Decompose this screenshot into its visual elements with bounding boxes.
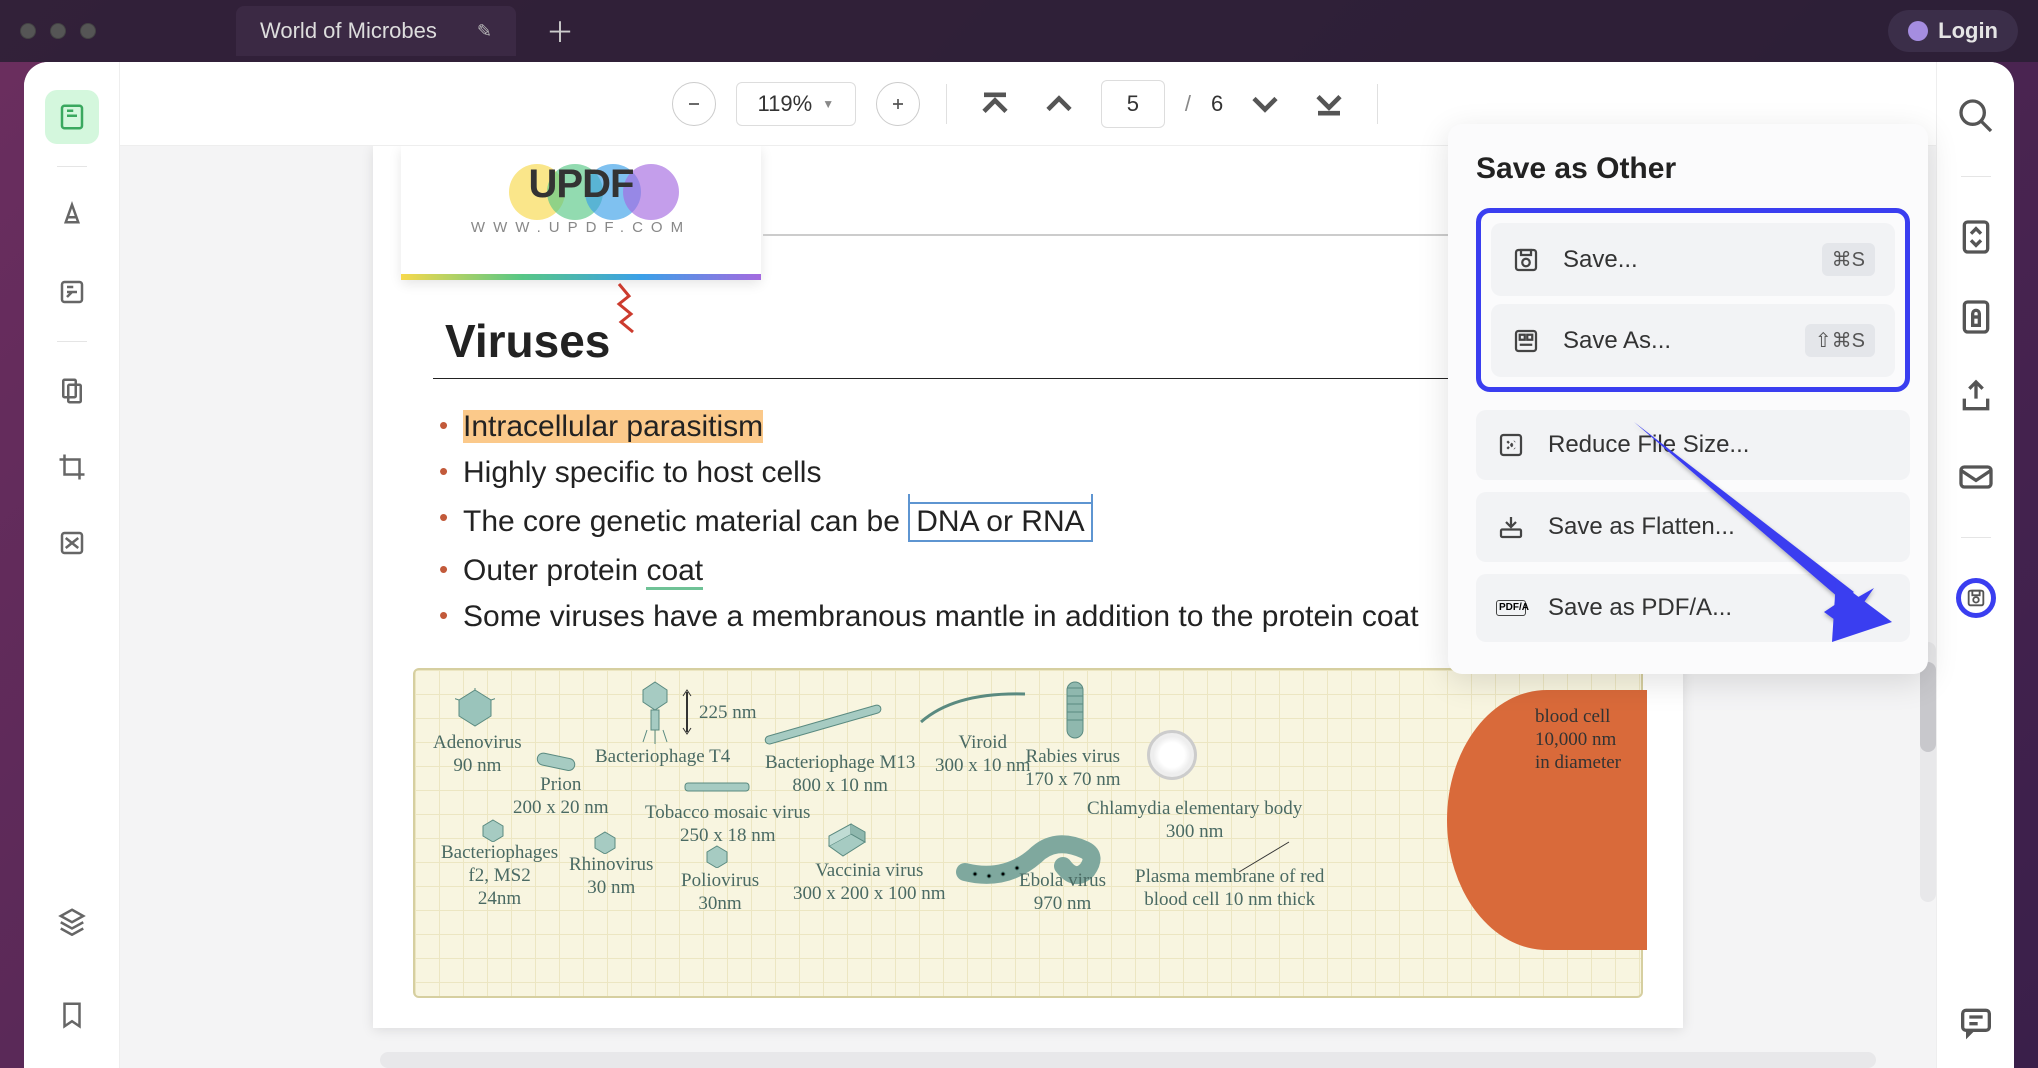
crop-button[interactable] — [45, 440, 99, 494]
save-as-shortcut: ⇧⌘S — [1805, 324, 1875, 357]
last-page-button[interactable] — [1307, 82, 1351, 126]
rhinovirus-icon — [593, 830, 617, 854]
layers-button[interactable] — [45, 894, 99, 948]
virus-diagram: Adenovirus 90 nm Bacteriophage T4 225 nm… — [413, 668, 1643, 998]
coat-underline: coat — [646, 554, 703, 590]
rhino-label: Rhinovirus 30 nm — [569, 854, 653, 900]
rabies-label: Rabies virus 170 x 70 nm — [1025, 746, 1121, 792]
bactf2-label: Bacteriophages f2, MS2 24nm — [441, 842, 558, 910]
page-total: 6 — [1211, 91, 1223, 117]
first-page-button[interactable] — [973, 82, 1017, 126]
protect-button[interactable] — [1956, 297, 1996, 337]
maximize-dot[interactable] — [80, 23, 96, 39]
document-tab[interactable]: World of Microbes ✎ — [236, 6, 516, 56]
reduce-label: Reduce File Size... — [1548, 431, 1890, 459]
reader-mode-button[interactable] — [45, 90, 99, 144]
poliovirus-icon — [705, 844, 729, 868]
zoom-out-button[interactable] — [672, 82, 716, 126]
vaccinia-icon — [821, 816, 871, 860]
next-page-button[interactable] — [1243, 82, 1287, 126]
save-as-other-button[interactable] — [1956, 578, 1996, 618]
tmv-icon — [683, 778, 753, 796]
bookmark-button[interactable] — [45, 988, 99, 1042]
edit-text-button[interactable] — [45, 265, 99, 319]
page-number-input[interactable]: 5 — [1101, 80, 1165, 128]
prev-page-button[interactable] — [1037, 82, 1081, 126]
prion-label: Prion 200 x 20 nm — [513, 774, 609, 820]
bact-f2-icon — [481, 818, 505, 842]
bact-m13-icon — [755, 690, 895, 750]
save-as-label: Save As... — [1563, 327, 1783, 355]
prion-icon — [533, 748, 581, 774]
minimize-dot[interactable] — [50, 23, 66, 39]
titlebar: World of Microbes ✎ ＋ Login — [0, 0, 2038, 62]
save-as-option[interactable]: Save As... ⇧⌘S — [1491, 304, 1895, 377]
tab-title: World of Microbes — [260, 18, 437, 44]
reduce-file-size-option[interactable]: Reduce File Size... — [1476, 410, 1910, 480]
search-button[interactable] — [1956, 96, 1996, 136]
pdfa-icon: PDF/A — [1496, 600, 1526, 616]
chevron-down-icon: ▼ — [822, 97, 834, 111]
vaccinia-label: Vaccinia virus 300 x 200 x 100 nm — [793, 860, 946, 906]
window-controls — [20, 23, 96, 39]
zoom-in-button[interactable] — [876, 82, 920, 126]
save-shortcut: ⌘S — [1822, 243, 1875, 276]
right-sidebar — [1936, 62, 2014, 1068]
chlam-label: Chlamydia elementary body 300 nm — [1087, 798, 1302, 844]
bactm13-label: Bacteriophage M13 800 x 10 nm — [765, 752, 915, 798]
left-sidebar — [24, 62, 120, 1068]
convert-button[interactable] — [1956, 217, 1996, 257]
tmv-label: Tobacco mosaic virus 250 x 18 nm — [645, 802, 810, 848]
save-pdfa-option[interactable]: PDF/A Save as PDF/A... — [1476, 574, 1910, 642]
email-button[interactable] — [1956, 457, 1996, 497]
size-arrow-icon — [679, 688, 695, 736]
adenovirus-label: Adenovirus 90 nm — [433, 732, 522, 778]
zoom-dropdown[interactable]: 119% ▼ — [736, 82, 856, 126]
app-window: 119% ▼ 5 / 6 — [24, 62, 2014, 1068]
polio-label: Poliovirus 30nm — [681, 870, 759, 916]
comments-button[interactable] — [1956, 1002, 1996, 1042]
adenovirus-icon — [455, 688, 495, 728]
chlamydia-icon — [1147, 730, 1197, 780]
save-flatten-option[interactable]: Save as Flatten... — [1476, 492, 1910, 562]
pdfa-label: Save as PDF/A... — [1548, 594, 1890, 622]
vertical-scrollbar-thumb[interactable] — [1920, 662, 1936, 752]
brand-site: WWW.UPDF.COM — [401, 219, 761, 236]
bloodcell-label: blood cell 10,000 nm in diameter — [1535, 706, 1621, 774]
brand-watermark: UPDF WWW.UPDF.COM — [401, 146, 761, 280]
flatten-label: Save as Flatten... — [1548, 513, 1890, 541]
organize-pages-button[interactable] — [45, 364, 99, 418]
login-label: Login — [1938, 18, 1998, 44]
close-dot[interactable] — [20, 23, 36, 39]
save-panel-title: Save as Other — [1476, 152, 1910, 186]
zoom-value: 119% — [758, 91, 813, 117]
horizontal-scrollbar[interactable] — [380, 1052, 1876, 1068]
dna-annotation-box: DNA or RNA — [908, 502, 1092, 542]
bacteriophage-t4-icon — [635, 680, 675, 744]
avatar-icon — [1908, 21, 1928, 41]
ebola-label: Ebola virus 970 nm — [1019, 870, 1106, 916]
plasma-label: Plasma membrane of red blood cell 10 nm … — [1135, 866, 1324, 912]
annotate-button[interactable] — [45, 189, 99, 243]
page-heading: Viruses — [445, 314, 610, 368]
save-label: Save... — [1563, 246, 1800, 274]
viroid-icon — [915, 684, 1035, 734]
highlighted-save-options: Save... ⌘S Save As... ⇧⌘S — [1476, 208, 1910, 392]
page-slash: / — [1185, 91, 1191, 117]
save-as-other-panel: Save as Other Save... ⌘S Save As... ⇧⌘S … — [1448, 124, 1928, 674]
viroid-label: Viroid 300 x 10 nm — [935, 732, 1031, 778]
redact-button[interactable] — [45, 516, 99, 570]
red-squiggle-annotation — [611, 278, 655, 338]
edit-tab-icon[interactable]: ✎ — [477, 21, 492, 42]
save-option[interactable]: Save... ⌘S — [1491, 223, 1895, 296]
new-tab-button[interactable]: ＋ — [546, 11, 574, 51]
login-button[interactable]: Login — [1888, 10, 2018, 52]
rabies-icon — [1055, 678, 1095, 746]
bactt4-label: Bacteriophage T4 — [595, 746, 730, 769]
share-button[interactable] — [1956, 377, 1996, 417]
size225-label: 225 nm — [699, 702, 757, 725]
